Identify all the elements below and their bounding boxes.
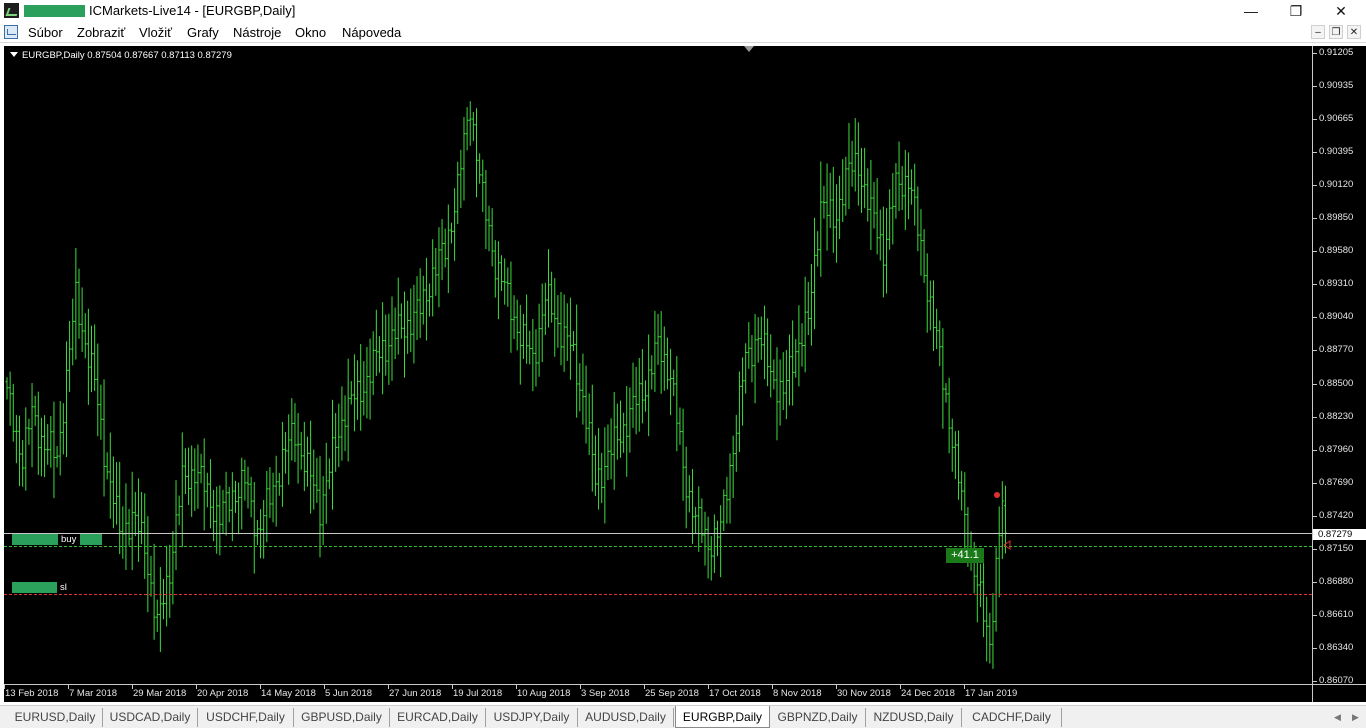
price-tick-label: 0.90935 [1319, 80, 1354, 92]
price-tick-label: 0.90395 [1319, 146, 1354, 158]
chart-restore-button[interactable]: ❐ [1329, 25, 1343, 39]
price-tick [1313, 86, 1317, 88]
tab-gbpnzd[interactable]: GBPNZD,Daily [770, 708, 866, 727]
price-tick [1313, 383, 1317, 385]
date-tick-label: 25 Sep 2018 [645, 688, 699, 699]
tab-scroll-right-icon[interactable]: ▶ [1352, 712, 1359, 723]
scale-corner [1312, 684, 1366, 702]
price-tick [1313, 548, 1317, 550]
price-tick-label: 0.89040 [1319, 311, 1354, 323]
tab-gbpusd[interactable]: GBPUSD,Daily [294, 708, 390, 727]
date-tick-label: 13 Feb 2018 [5, 688, 59, 699]
price-tick-label: 0.91205 [1319, 47, 1354, 58]
price-tick [1313, 350, 1317, 352]
chart-window-icon[interactable] [4, 25, 18, 39]
price-tick-label: 0.87690 [1319, 476, 1354, 488]
tab-nzdusd[interactable]: NZDUSD,Daily [866, 708, 962, 727]
maximize-button[interactable]: ❐ [1273, 0, 1319, 22]
chart-close-button[interactable]: ✕ [1347, 25, 1361, 39]
date-tick-label: 10 Aug 2018 [517, 688, 571, 699]
price-tick [1313, 515, 1317, 517]
tab-scroll-left-icon[interactable]: ◀ [1334, 712, 1341, 723]
price-tick [1313, 119, 1317, 121]
redacted-account-number [24, 5, 85, 17]
price-tick-label: 0.86880 [1319, 575, 1354, 587]
price-tick-label: 0.89310 [1319, 278, 1354, 290]
menu-view[interactable]: Zobraziť [77, 25, 125, 40]
price-tick-label: 0.88500 [1319, 377, 1354, 389]
price-tick-label: 0.87420 [1319, 509, 1354, 521]
price-tick-label: 0.89580 [1319, 245, 1354, 257]
price-tick [1313, 614, 1317, 616]
price-tick-label: 0.88770 [1319, 344, 1354, 356]
price-chart[interactable]: EURGBP,Daily 0.87504 0.87667 0.87113 0.8… [4, 46, 1312, 684]
window-title: ICMarkets-Live14 - [EURGBP,Daily] [89, 3, 296, 18]
date-tick-label: 29 Mar 2018 [133, 688, 187, 699]
price-tick-label: 0.88230 [1319, 410, 1354, 422]
price-tick [1313, 53, 1317, 54]
tab-eurgbp[interactable]: EURGBP,Daily [675, 706, 770, 728]
price-tick [1313, 152, 1317, 154]
price-tick [1313, 482, 1317, 484]
date-tick-label: 30 Nov 2018 [837, 688, 891, 699]
price-tick-label: 0.90120 [1319, 179, 1354, 191]
date-tick-label: 8 Nov 2018 [773, 688, 822, 699]
price-tick-label: 0.89850 [1319, 212, 1354, 224]
price-tick-label: 0.86610 [1319, 608, 1354, 620]
price-tick-label: 0.90665 [1319, 113, 1354, 125]
menu-help[interactable]: Nápoveda [342, 25, 401, 40]
minimize-button[interactable]: — [1228, 0, 1274, 22]
date-tick-label: 14 May 2018 [261, 688, 316, 699]
menu-tools[interactable]: Nástroje [233, 25, 281, 40]
price-tick [1313, 581, 1317, 583]
tab-usdchf[interactable]: USDCHF,Daily [198, 708, 294, 727]
tab-audusd[interactable]: AUDUSD,Daily [578, 708, 674, 727]
price-tick [1313, 218, 1317, 220]
entry-arrow-icon [1003, 540, 1011, 550]
price-tick-label: 0.87960 [1319, 443, 1354, 455]
price-tick [1313, 284, 1317, 286]
date-scale[interactable]: 13 Feb 2018 7 Mar 2018 29 Mar 2018 20 Apr 2… [4, 684, 1312, 702]
date-tick-label: 17 Oct 2018 [709, 688, 761, 699]
price-tick [1313, 416, 1317, 418]
menu-bar: Súbor Zobraziť Vložiť Grafy Nástroje Okn… [0, 22, 1366, 43]
tab-eurcad[interactable]: EURCAD,Daily [390, 708, 486, 727]
price-tick [1313, 185, 1317, 187]
date-tick-label: 20 Apr 2018 [197, 688, 249, 699]
trade-markers [994, 492, 1011, 550]
price-tick [1313, 449, 1317, 451]
price-tick [1313, 251, 1317, 253]
close-button[interactable]: ✕ [1318, 0, 1364, 22]
price-tick [1313, 681, 1317, 682]
price-tick [1313, 317, 1317, 319]
metatrader-app-icon [4, 3, 19, 18]
price-tick-label: 0.86340 [1319, 641, 1354, 653]
tab-cadchf[interactable]: CADCHF,Daily [962, 708, 1062, 727]
title-bar: ICMarkets-Live14 - [EURGBP,Daily] — ❐ ✕ [0, 0, 1366, 22]
date-tick-label: 5 Jun 2018 [325, 688, 373, 699]
date-tick-label: 17 Jan 2019 [965, 688, 1018, 699]
menu-window[interactable]: Okno [295, 25, 326, 40]
menu-insert[interactable]: Vložiť [139, 25, 172, 40]
price-scale[interactable]: 0.91205 0.90935 0.90665 0.90395 0.90120 0.898… [1312, 46, 1366, 686]
price-tick-label: 0.87150 [1319, 542, 1354, 554]
tab-usdcad[interactable]: USDCAD,Daily [103, 708, 198, 727]
chart-tab-bar: EURUSD,Daily USDCAD,Daily USDCHF,Daily G… [0, 705, 1366, 728]
current-price-tag: 0.87279 [1313, 529, 1366, 540]
date-tick-label: 27 Jun 2018 [389, 688, 442, 699]
menu-charts[interactable]: Grafy [187, 25, 219, 40]
date-tick-label: 19 Jul 2018 [453, 688, 503, 699]
date-tick-label: 3 Sep 2018 [581, 688, 630, 699]
tab-eurusd[interactable]: EURUSD,Daily [8, 708, 103, 727]
entry-dot-icon [994, 492, 1000, 498]
tab-usdjpy[interactable]: USDJPY,Daily [486, 708, 578, 727]
menu-file[interactable]: Súbor [28, 25, 63, 40]
price-tick [1313, 647, 1317, 649]
chart-minimize-button[interactable]: – [1311, 25, 1325, 39]
date-tick-label: 7 Mar 2018 [69, 688, 118, 699]
date-tick-label: 24 Dec 2018 [901, 688, 955, 699]
